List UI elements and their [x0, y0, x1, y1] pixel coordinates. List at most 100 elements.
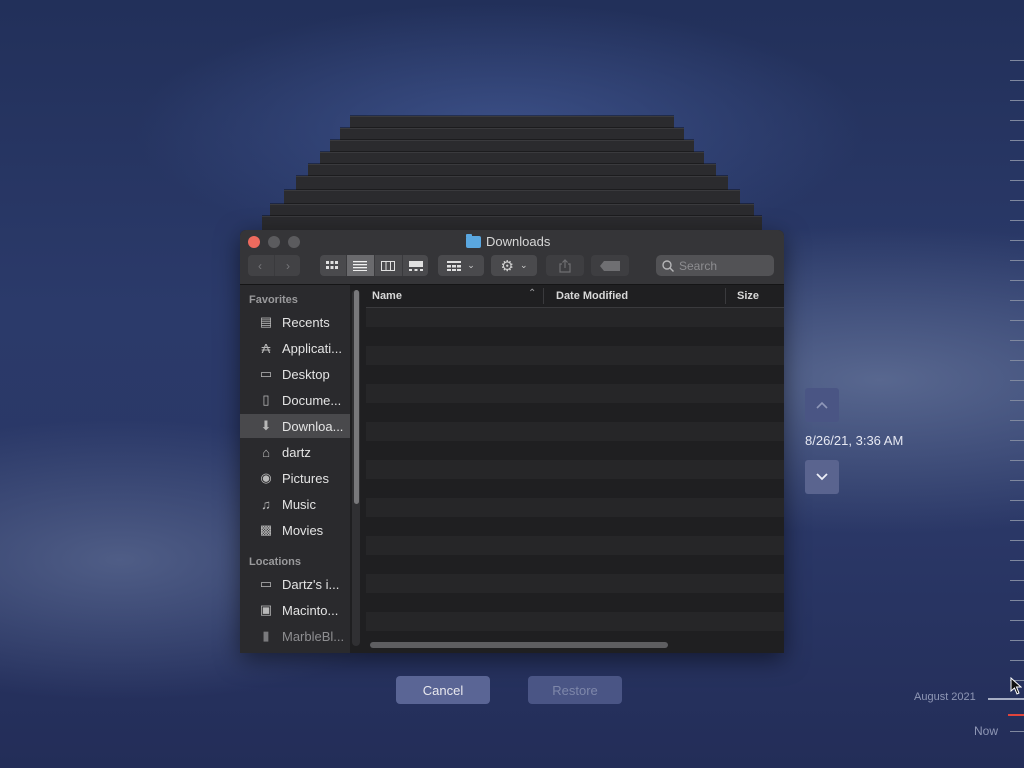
list-row: [366, 308, 784, 327]
grid-icon: [326, 260, 338, 269]
file-list: Name ⌃ Date Modified Size: [366, 285, 784, 653]
list-row: [366, 574, 784, 593]
icon-view-button[interactable]: [319, 255, 347, 276]
list-header: Name ⌃ Date Modified Size: [366, 285, 784, 308]
home-icon: ⌂: [262, 444, 270, 460]
back-button[interactable]: ‹: [247, 255, 275, 276]
chevron-down-icon: [816, 473, 828, 481]
titlebar: Downloads ‹ › ⌄ ⚙ ⌄ Search: [240, 230, 784, 285]
chevron-down-icon: ⌄: [467, 260, 475, 270]
list-row: [366, 384, 784, 403]
timeline-tick: [1010, 60, 1024, 61]
column-divider: [725, 288, 726, 304]
sidebar-item-label: Music: [282, 496, 316, 512]
group-by-button[interactable]: ⌄: [438, 255, 484, 276]
cancel-button[interactable]: Cancel: [396, 676, 490, 704]
column-header-size[interactable]: Size: [737, 290, 759, 302]
restore-button[interactable]: Restore: [528, 676, 622, 704]
column-header-name[interactable]: Name: [372, 290, 402, 302]
sidebar-item-documents[interactable]: ▯ Docume...: [240, 388, 350, 412]
timeline-tick: [1010, 140, 1024, 141]
timeline-tick: [1010, 580, 1024, 581]
search-icon: [662, 259, 674, 272]
timeline-tick: [1010, 400, 1024, 401]
horizontal-scrollbar[interactable]: [370, 642, 668, 648]
timeline-tick: [1010, 520, 1024, 521]
timeline-tick: [1010, 100, 1024, 101]
chevron-up-icon: [816, 401, 828, 409]
sidebar-item-computer[interactable]: ▭ Dartz's i...: [240, 572, 350, 596]
timeline-tick: [1010, 480, 1024, 481]
list-icon: [353, 260, 367, 271]
list-row: [366, 612, 784, 631]
columns-icon: [381, 260, 395, 271]
next-snapshot-button[interactable]: [805, 460, 839, 494]
sidebar-item-label: Pictures: [282, 470, 329, 486]
locations-heading: Locations: [249, 556, 301, 568]
list-row: [366, 460, 784, 479]
computer-icon: ▭: [259, 576, 273, 591]
timeline-tick: [1010, 320, 1024, 321]
folder-icon: [466, 233, 481, 248]
timeline-tick: [1010, 220, 1024, 221]
share-button[interactable]: [546, 255, 584, 276]
sidebar-item-desktop[interactable]: ▭ Desktop: [240, 362, 350, 386]
minimize-button[interactable]: [268, 236, 280, 248]
timeline-tick: [1010, 540, 1024, 541]
forward-button[interactable]: ›: [275, 255, 302, 276]
window-title-text: Downloads: [486, 234, 551, 249]
sidebar-item-drive[interactable]: ▮ MarbleBl...: [240, 624, 350, 648]
zoom-button[interactable]: [288, 236, 300, 248]
timeline-tick: [1010, 120, 1024, 121]
sidebar-item-music[interactable]: ♫ Music: [240, 492, 350, 516]
search-field[interactable]: Search: [656, 255, 774, 276]
action-menu-button[interactable]: ⚙ ⌄: [491, 255, 537, 276]
gallery-view-button[interactable]: [403, 255, 430, 276]
sidebar-item-label: Movies: [282, 522, 324, 538]
sort-ascending-icon: ⌃: [528, 288, 537, 299]
timeline-tick: [1010, 240, 1024, 241]
sidebar-item-recents[interactable]: ▤ Recents: [240, 310, 350, 334]
close-button[interactable]: [248, 236, 260, 248]
column-view-button[interactable]: [375, 255, 403, 276]
timeline-month-label[interactable]: August 2021: [914, 691, 976, 703]
drive-icon: ▮: [262, 628, 270, 643]
sidebar-item-pictures[interactable]: ◉ Pictures: [240, 466, 350, 490]
timeline-tick: [1010, 420, 1024, 421]
sidebar-item-label: dartz: [282, 444, 311, 460]
timeline-tick: [1010, 660, 1024, 661]
tags-button[interactable]: [591, 255, 629, 276]
applications-icon: ₳: [261, 340, 271, 356]
column-header-date-modified[interactable]: Date Modified: [556, 290, 628, 302]
timeline-tick: [1010, 180, 1024, 181]
timeline-tick: [1010, 460, 1024, 461]
list-row: [366, 422, 784, 441]
timeline-tick: [1010, 340, 1024, 341]
sidebar-item-home[interactable]: ⌂ dartz: [240, 440, 350, 464]
sidebar-item-movies[interactable]: ▩ Movies: [240, 518, 350, 542]
timeline-now-label[interactable]: Now: [974, 724, 998, 738]
finder-window: Downloads ‹ › ⌄ ⚙ ⌄ Search Favorites ▤ R…: [240, 230, 784, 653]
list-view-button[interactable]: [346, 255, 375, 276]
sidebar-scrollbar-thumb[interactable]: [354, 290, 359, 504]
timeline-tick: [1010, 160, 1024, 161]
gallery-icon: [409, 260, 423, 271]
documents-icon: ▯: [262, 392, 270, 407]
timeline-tick: [1010, 731, 1024, 732]
sidebar-item-applications[interactable]: ₳ Applicati...: [240, 336, 350, 360]
previous-snapshot-button[interactable]: [805, 388, 839, 422]
view-mode-selector: [320, 255, 428, 276]
sidebar-item-label: Desktop: [282, 366, 330, 382]
timeline-tick: [1010, 360, 1024, 361]
timeline-tick: [1010, 380, 1024, 381]
sidebar-item-macintosh-hd[interactable]: ▣ Macinto...: [240, 598, 350, 622]
list-row: [366, 498, 784, 517]
timeline-tick: [1010, 200, 1024, 201]
favorites-heading: Favorites: [249, 294, 298, 306]
timeline-tick: [1010, 640, 1024, 641]
sidebar-item-label: Dartz's i...: [282, 576, 340, 592]
sidebar-item-downloads[interactable]: ⬇ Downloa...: [240, 414, 350, 438]
music-icon: ♫: [261, 496, 271, 512]
share-icon: [559, 258, 571, 273]
window-title: Downloads: [466, 233, 551, 249]
